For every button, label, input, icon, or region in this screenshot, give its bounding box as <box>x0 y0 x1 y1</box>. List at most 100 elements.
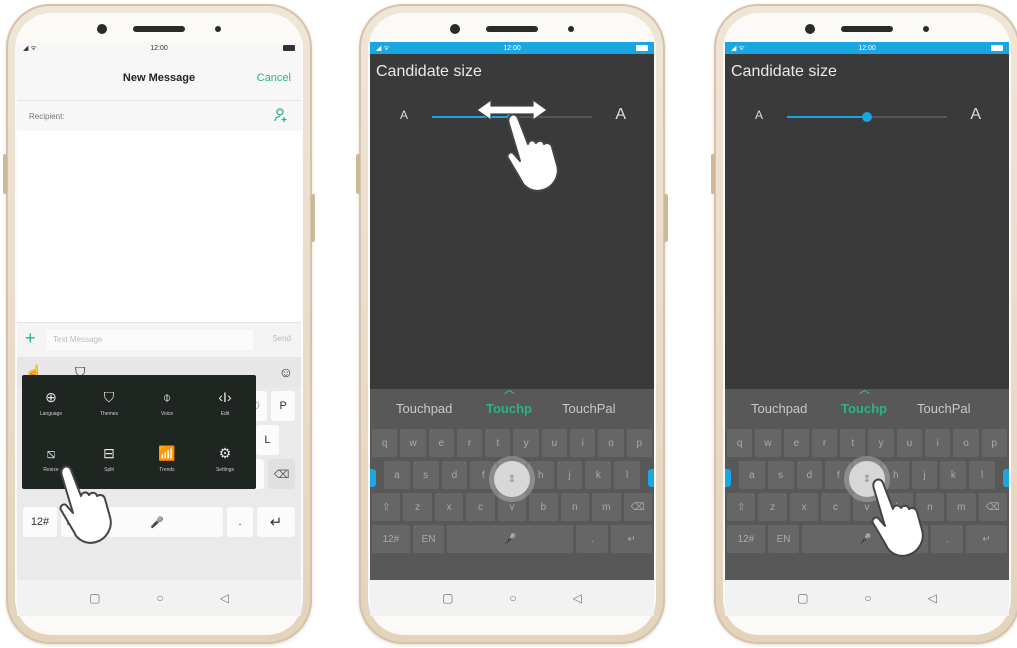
key-e[interactable]: e <box>428 429 454 457</box>
key-y[interactable]: y <box>868 429 894 457</box>
shift-key[interactable]: ⇧ <box>372 493 401 521</box>
key-i[interactable]: i <box>925 429 951 457</box>
home-icon[interactable]: ○ <box>509 591 516 605</box>
key-t[interactable]: t <box>840 429 866 457</box>
key-o[interactable]: o <box>598 429 624 457</box>
period-key[interactable]: . <box>227 507 253 537</box>
send-button[interactable]: Send <box>272 334 291 343</box>
cancel-button[interactable]: Cancel <box>257 72 291 84</box>
key-e[interactable]: e <box>783 429 809 457</box>
recent-apps-icon[interactable]: ▢ <box>797 591 808 605</box>
message-input[interactable]: Text Message <box>47 330 253 350</box>
keyboard: ︿ Touchpad Touchp TouchPal qwertyuiop as… <box>725 384 1009 581</box>
resize-handle-right[interactable] <box>648 469 654 487</box>
candidate-word-selected[interactable]: Touchp <box>486 401 532 416</box>
enter-key[interactable]: ↵ <box>257 507 295 537</box>
numbers-key[interactable]: 12# <box>372 525 410 553</box>
key-c[interactable]: c <box>821 493 850 521</box>
key-k[interactable]: k <box>585 461 612 489</box>
key-x[interactable]: x <box>789 493 819 521</box>
key-n[interactable]: n <box>560 493 590 521</box>
numbers-key[interactable]: 12# <box>727 525 765 553</box>
menu-item-themes[interactable]: ⛉ Themes <box>80 379 138 427</box>
period-key[interactable]: . <box>931 525 964 553</box>
key-w[interactable]: w <box>755 429 781 457</box>
key-u[interactable]: u <box>541 429 568 457</box>
candidate-word[interactable]: Touchpad <box>751 401 807 416</box>
emoji-icon[interactable]: ☺ <box>279 364 293 380</box>
back-icon[interactable]: ◁ <box>928 591 937 605</box>
add-attachment-icon[interactable]: + <box>25 328 36 349</box>
candidate-word[interactable]: Touchpad <box>396 401 452 416</box>
key-m[interactable]: m <box>592 493 621 521</box>
key-y[interactable]: y <box>513 429 539 457</box>
home-icon[interactable]: ○ <box>156 591 163 605</box>
key-p[interactable]: p <box>626 429 652 457</box>
key-p[interactable]: p <box>981 429 1007 457</box>
space-key[interactable]: 🎤 <box>447 525 574 553</box>
numbers-key[interactable]: 12# <box>23 507 57 537</box>
key-u[interactable]: u <box>896 429 923 457</box>
key-l[interactable]: L <box>255 425 279 455</box>
candidate-word-selected[interactable]: Touchp <box>841 401 887 416</box>
enter-key[interactable]: ↵ <box>611 525 652 553</box>
menu-item-language[interactable]: ⊕ Language <box>22 379 80 427</box>
key-l[interactable]: l <box>969 461 996 489</box>
key-t[interactable]: t <box>485 429 511 457</box>
key-b[interactable]: b <box>529 493 558 521</box>
key-r[interactable]: r <box>456 429 483 457</box>
slider-thumb[interactable] <box>862 112 872 122</box>
candidate-word[interactable]: TouchPal <box>562 401 615 416</box>
menu-item-voice[interactable]: ⌽ Voice <box>138 379 196 427</box>
add-contact-icon[interactable] <box>273 107 289 123</box>
key-f[interactable]: f <box>470 461 497 489</box>
key-a[interactable]: a <box>739 461 765 489</box>
touchpad-button[interactable]: ⇕ <box>494 461 530 497</box>
back-icon[interactable]: ◁ <box>220 591 229 605</box>
key-j[interactable]: j <box>556 461 583 489</box>
key-s[interactable]: s <box>767 461 794 489</box>
backspace-key[interactable]: ⌫ <box>268 459 296 489</box>
candidate-word[interactable]: TouchPal <box>917 401 970 416</box>
home-icon[interactable]: ○ <box>864 591 871 605</box>
backspace-key[interactable]: ⌫ <box>978 493 1007 521</box>
candidate-size-slider[interactable] <box>787 112 947 122</box>
key-z[interactable]: z <box>403 493 432 521</box>
menu-item-trends[interactable]: 📶 Trends <box>138 435 196 483</box>
key-c[interactable]: c <box>466 493 495 521</box>
key-m[interactable]: m <box>947 493 976 521</box>
key-q[interactable]: q <box>727 429 753 457</box>
key-r[interactable]: r <box>811 429 838 457</box>
key-a[interactable]: a <box>384 461 410 489</box>
key-x[interactable]: x <box>434 493 464 521</box>
key-f[interactable]: f <box>825 461 852 489</box>
key-p[interactable]: P <box>271 391 295 421</box>
key-o[interactable]: o <box>953 429 979 457</box>
back-icon[interactable]: ◁ <box>573 591 582 605</box>
language-key[interactable]: EN <box>767 525 800 553</box>
resize-handle-left[interactable] <box>370 469 376 487</box>
menu-item-settings[interactable]: ⚙ Settings <box>196 435 254 483</box>
period-key[interactable]: . <box>576 525 609 553</box>
key-l[interactable]: l <box>614 461 641 489</box>
recent-apps-icon[interactable]: ▢ <box>442 591 453 605</box>
key-i[interactable]: i <box>570 429 596 457</box>
key-s[interactable]: s <box>412 461 439 489</box>
key-d[interactable]: d <box>796 461 823 489</box>
backspace-key[interactable]: ⌫ <box>623 493 652 521</box>
resize-handle-right[interactable] <box>1003 469 1009 487</box>
key-d[interactable]: d <box>441 461 468 489</box>
enter-key[interactable]: ↵ <box>966 525 1007 553</box>
key-k[interactable]: k <box>940 461 967 489</box>
key-w[interactable]: w <box>400 429 426 457</box>
key-v[interactable]: v <box>497 493 527 521</box>
shift-key[interactable]: ⇧ <box>727 493 756 521</box>
language-key[interactable]: EN <box>412 525 445 553</box>
key-z[interactable]: z <box>758 493 787 521</box>
menu-item-edit[interactable]: ‹I› Edit <box>196 379 254 427</box>
recipient-field[interactable]: Recipient: <box>17 100 301 132</box>
recent-apps-icon[interactable]: ▢ <box>89 591 100 605</box>
key-q[interactable]: q <box>372 429 398 457</box>
key-h[interactable]: h <box>527 461 554 489</box>
resize-handle-left[interactable] <box>725 469 731 487</box>
